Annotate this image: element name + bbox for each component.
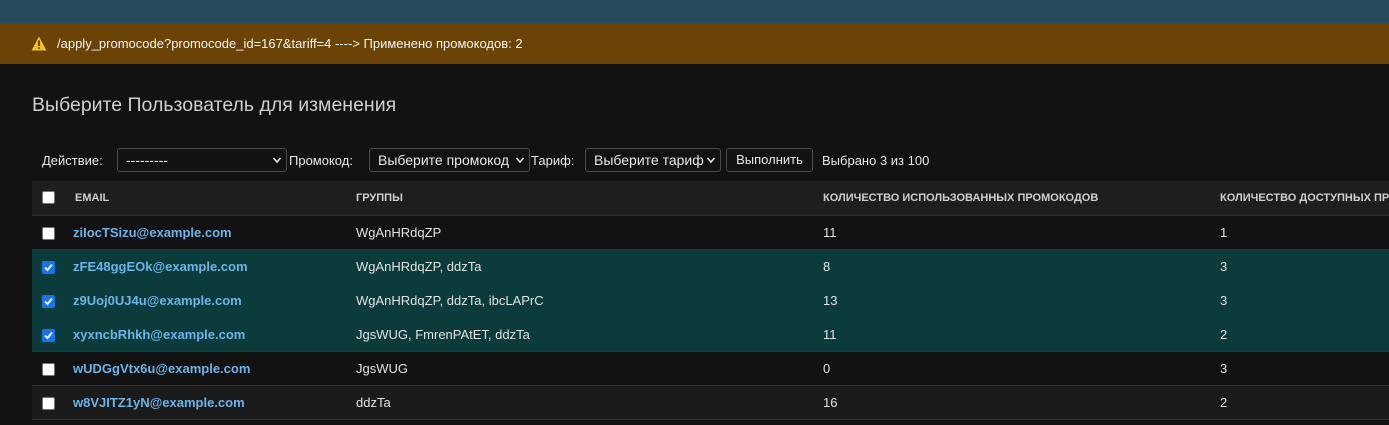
used-promocodes-cell: 13 [814,283,1212,318]
row-select-cell [32,385,65,420]
email-link[interactable]: w8VJITZ1yN@example.com [65,385,347,420]
selection-counter: Выбрано 3 из 100 [822,153,930,168]
groups-cell: ddzTa [347,385,814,420]
row-checkbox[interactable] [42,396,55,410]
column-header-email[interactable]: EMAIL [65,181,347,216]
column-header-groups[interactable]: ГРУППЫ [347,181,814,216]
table-row[interactable]: z9Uoj0UJ4u@example.com WgAnHRdqZP, ddzTa,… [32,283,1389,318]
alert-warning: /apply_promocode?promocode_id=167&tariff… [0,23,1389,64]
email-link[interactable]: ziIocTSizu@example.com [65,215,347,250]
used-promocodes-cell: 16 [814,385,1212,420]
email-link[interactable]: wUDGgVtx6u@example.com [65,351,347,386]
row-checkbox[interactable] [42,362,55,376]
available-promocodes-cell: 2 [1212,317,1389,352]
promocode-select[interactable]: Выберите промокод [369,148,530,172]
groups-cell: JgsWUG, FmrenPAtET, ddzTa [347,317,814,352]
row-select-cell [32,351,65,386]
users-table: EMAIL ГРУППЫ КОЛИЧЕСТВО ИСПОЛЬЗОВАННЫХ П… [32,181,1389,420]
warning-icon [31,36,47,51]
used-promocodes-cell: 8 [814,249,1212,284]
tariff-label: Тариф: [531,153,575,168]
groups-cell: WgAnHRdqZP [347,215,814,250]
table-row[interactable]: xyxncbRhkh@example.com JgsWUG, FmrenPAtET… [32,317,1389,352]
row-checkbox[interactable] [42,260,55,274]
row-checkbox[interactable] [42,294,55,308]
action-select[interactable]: --------- [117,148,287,172]
select-all-checkbox[interactable] [42,191,55,205]
table-header-row: EMAIL ГРУППЫ КОЛИЧЕСТВО ИСПОЛЬЗОВАННЫХ П… [32,181,1389,216]
table-row[interactable]: zFE48ggEOk@example.com WgAnHRdqZP, ddzTa 8… [32,249,1389,284]
alert-message: /apply_promocode?promocode_id=167&tariff… [57,36,523,51]
row-select-cell [32,283,65,318]
used-promocodes-cell: 0 [814,351,1212,386]
available-promocodes-cell: 3 [1212,283,1389,318]
available-promocodes-cell: 3 [1212,249,1389,284]
chevron-down-icon [272,157,282,164]
column-header-available-promocodes[interactable]: КОЛИЧЕСТВО ДОСТУПНЫХ ПРОМОКОДОВ [1212,181,1389,216]
check-icon [44,297,53,305]
promocode-select-value: Выберите промокод [378,152,510,168]
email-link[interactable]: z9Uoj0UJ4u@example.com [65,283,347,318]
check-icon [44,263,53,271]
submit-button[interactable]: Выполнить [726,148,813,172]
table-row[interactable]: wUDGgVtx6u@example.com JgsWUG 0 3 [32,351,1389,386]
top-bar [0,0,1389,23]
table-row[interactable]: ziIocTSizu@example.com WgAnHRdqZP 11 1 [32,215,1389,250]
page-title: Выберите Пользователь для изменения [32,94,397,116]
check-icon [44,331,53,339]
actions-bar: Действие: --------- Промокод: Выберите п… [32,144,1389,176]
row-checkbox[interactable] [42,226,55,240]
row-select-cell [32,249,65,284]
table-row[interactable]: w8VJITZ1yN@example.com ddzTa 16 2 [32,385,1389,420]
row-checkbox[interactable] [42,328,55,342]
email-link[interactable]: zFE48ggEOk@example.com [65,249,347,284]
tariff-select-value: Выберите тариф [594,152,704,168]
row-select-cell [32,215,65,250]
email-link[interactable]: xyxncbRhkh@example.com [65,317,347,352]
tariff-select[interactable]: Выберите тариф [585,148,721,172]
chevron-down-icon [515,157,525,164]
groups-cell: WgAnHRdqZP, ddzTa, ibcLAPrC [347,283,814,318]
used-promocodes-cell: 11 [814,215,1212,250]
available-promocodes-cell: 3 [1212,351,1389,386]
available-promocodes-cell: 2 [1212,385,1389,420]
groups-cell: WgAnHRdqZP, ddzTa [347,249,814,284]
action-label: Действие: [42,153,103,168]
chevron-down-icon [706,157,716,164]
groups-cell: JgsWUG [347,351,814,386]
select-all-cell [32,181,65,216]
column-header-used-promocodes[interactable]: КОЛИЧЕСТВО ИСПОЛЬЗОВАННЫХ ПРОМОКОДОВ [814,181,1212,216]
used-promocodes-cell: 11 [814,317,1212,352]
available-promocodes-cell: 1 [1212,215,1389,250]
promocode-label: Промокод: [289,153,353,168]
action-select-value: --------- [126,152,168,168]
row-select-cell [32,317,65,352]
